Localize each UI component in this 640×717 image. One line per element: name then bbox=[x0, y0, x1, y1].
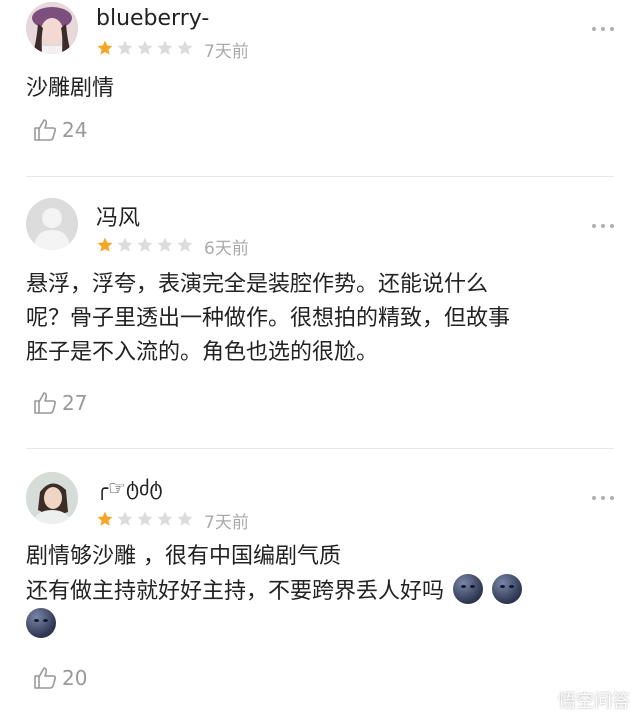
moon-emoji-icon bbox=[453, 574, 484, 604]
avatar[interactable] bbox=[26, 198, 78, 250]
like-button[interactable]: 20 bbox=[32, 665, 87, 691]
star-icon bbox=[97, 237, 113, 252]
review-content: 悬浮，浮夸，表演完全是装腔作势。还能说什么 呢？骨子里透出一种做作。很想拍的精致… bbox=[26, 272, 511, 365]
more-options-icon[interactable] bbox=[592, 27, 614, 31]
star-icon bbox=[97, 511, 113, 526]
watermark-text: 悟空问答 bbox=[558, 691, 630, 712]
thumbs-up-icon bbox=[34, 119, 57, 141]
review-content-line: 剧情够沙雕 ，很有中国编剧气质 bbox=[26, 544, 341, 569]
review-time: 6天前 bbox=[204, 239, 249, 259]
review-item: ╭☞ტძტ 7天前 剧情够沙雕 ，很有中国编剧气质 还有做主持就好好主持，不要跨… bbox=[0, 448, 640, 717]
star-icon bbox=[117, 40, 133, 55]
eye-logo-icon bbox=[526, 693, 552, 707]
review-item: blueberry- 7天前 沙雕剧情 24 bbox=[0, 0, 640, 175]
review-item: 冯风 6天前 悬浮，浮夸，表演完全是装腔作势。还能说什么 呢？骨子里透出一种做作… bbox=[0, 176, 640, 448]
star-rating bbox=[96, 510, 194, 528]
star-icon bbox=[137, 40, 153, 55]
avatar[interactable] bbox=[26, 472, 78, 524]
star-icon bbox=[157, 237, 173, 252]
star-icon bbox=[177, 237, 193, 252]
review-content-line bbox=[26, 608, 616, 644]
review-time: 7天前 bbox=[204, 513, 249, 533]
like-button[interactable]: 27 bbox=[32, 390, 87, 416]
review-content: 剧情够沙雕 ，很有中国编剧气质 还有做主持就好好主持，不要跨界丢人好吗 bbox=[26, 540, 616, 644]
username[interactable]: ╭☞ტძტ bbox=[96, 476, 163, 500]
review-time: 7天前 bbox=[204, 42, 249, 62]
more-options-icon[interactable] bbox=[592, 496, 614, 500]
like-button[interactable]: 24 bbox=[32, 117, 87, 143]
review-content-line: 还有做主持就好好主持，不要跨界丢人好吗 bbox=[26, 574, 616, 608]
star-icon bbox=[157, 511, 173, 526]
like-count: 20 bbox=[62, 666, 88, 690]
star-icon bbox=[117, 237, 133, 252]
review-content: 沙雕剧情 bbox=[26, 76, 115, 101]
star-icon bbox=[117, 511, 133, 526]
star-icon bbox=[157, 40, 173, 55]
moon-emoji-icon bbox=[26, 608, 56, 638]
star-icon bbox=[137, 511, 153, 526]
avatar[interactable] bbox=[26, 2, 78, 54]
star-rating bbox=[96, 39, 194, 57]
like-count: 24 bbox=[62, 118, 88, 142]
thumbs-up-icon bbox=[34, 392, 57, 414]
more-options-icon[interactable] bbox=[592, 224, 614, 228]
star-icon bbox=[97, 40, 113, 55]
username[interactable]: 冯风 bbox=[96, 200, 140, 232]
star-rating bbox=[96, 236, 194, 254]
watermark: 悟空问答 bbox=[526, 687, 630, 713]
username[interactable]: blueberry- bbox=[96, 6, 209, 31]
star-icon bbox=[177, 511, 193, 526]
like-count: 27 bbox=[62, 391, 88, 415]
thumbs-up-icon bbox=[34, 667, 57, 689]
moon-emoji-icon bbox=[492, 574, 523, 604]
star-icon bbox=[137, 237, 153, 252]
star-icon bbox=[177, 40, 193, 55]
